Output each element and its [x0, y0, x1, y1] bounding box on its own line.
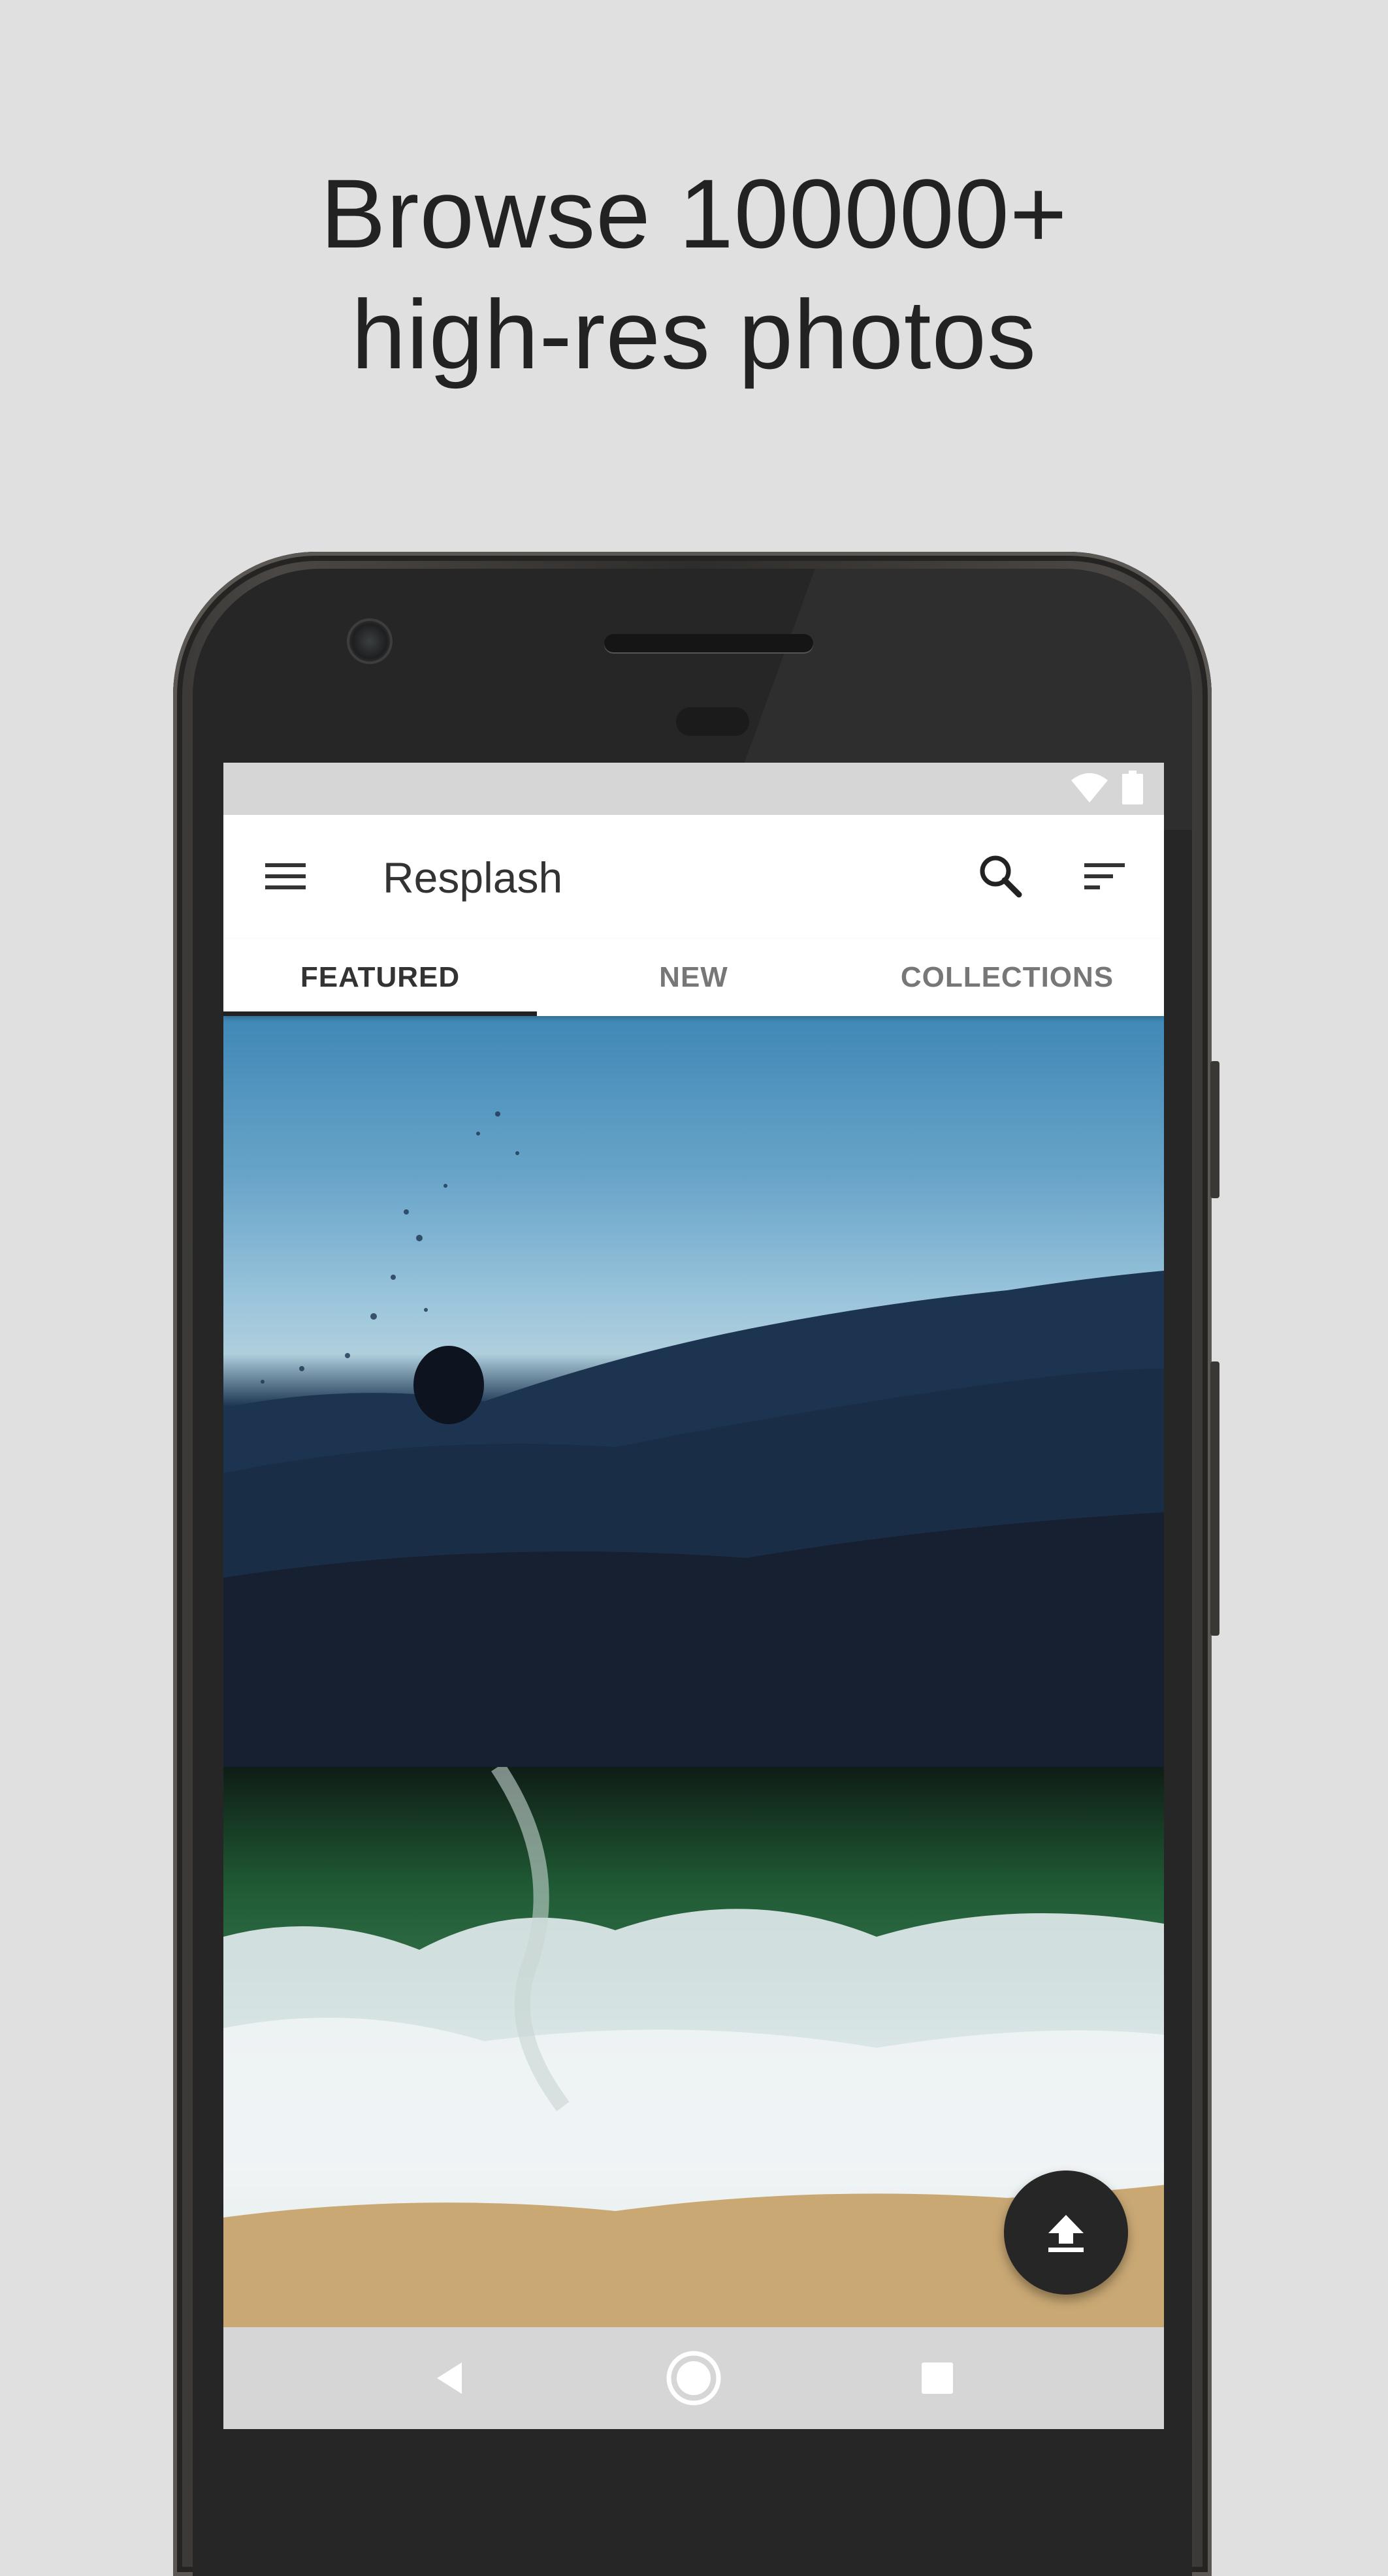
sort-button[interactable]: [1079, 854, 1131, 900]
status-bar: [223, 763, 1164, 815]
tab-new[interactable]: NEW: [537, 939, 850, 1016]
back-icon: [436, 2362, 462, 2394]
home-button[interactable]: [664, 2349, 723, 2408]
power-button: [1210, 1061, 1219, 1198]
search-button[interactable]: [975, 850, 1027, 902]
ocean-swimmer-artwork: [223, 1111, 1164, 1767]
sort-icon: [1084, 863, 1125, 889]
app-title: Resplash: [383, 853, 563, 902]
hamburger-menu-icon: [265, 863, 306, 889]
proximity-sensor: [676, 707, 749, 736]
tab-collections[interactable]: COLLECTIONS: [850, 939, 1164, 1016]
headline-line-2: high-res photos: [351, 279, 1037, 389]
navigation-bar: [223, 2327, 1164, 2429]
upload-button[interactable]: [1004, 2171, 1128, 2295]
promo-headline: Browse 100000+ high-res photos: [0, 153, 1388, 395]
recents-button[interactable]: [908, 2349, 967, 2408]
tab-bar: FEATURED NEW COLLECTIONS: [223, 939, 1164, 1016]
volume-button: [1210, 1361, 1219, 1636]
app-screen: Resplash FEATURED NEW COLLECTIONS: [223, 763, 1164, 2462]
battery-icon: [1122, 771, 1143, 804]
back-button[interactable]: [421, 2349, 479, 2408]
ocean-swimmer-photo[interactable]: [223, 1016, 1164, 1767]
wifi-icon: [1071, 773, 1108, 803]
menu-button[interactable]: [263, 855, 308, 897]
search-icon: [980, 855, 1022, 898]
app-bar: Resplash: [223, 815, 1164, 939]
headline-line-1: Browse 100000+: [320, 159, 1068, 268]
upload-icon: [1048, 2215, 1084, 2252]
phone-chin: [223, 2429, 1164, 2462]
recents-icon: [922, 2362, 954, 2394]
tab-featured[interactable]: FEATURED: [223, 939, 537, 1016]
home-icon: [666, 2351, 721, 2406]
earpiece-speaker: [604, 634, 813, 652]
front-camera: [349, 621, 390, 661]
